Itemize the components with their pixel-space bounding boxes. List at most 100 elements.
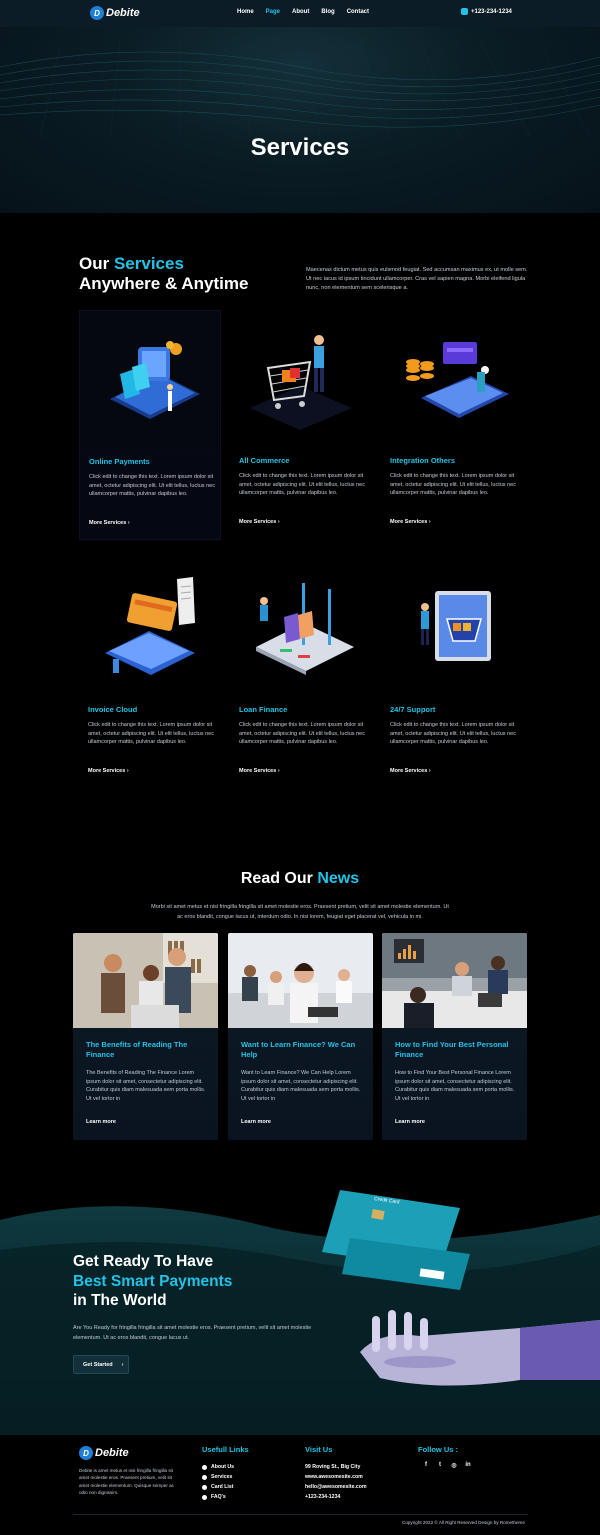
- footer-link-card-list[interactable]: Card List: [202, 1482, 234, 1492]
- brand-logo[interactable]: D Debite: [90, 6, 140, 20]
- news-heading-highlight: News: [317, 870, 360, 887]
- copyright-text: Copyright 2022 © All Right Reserved Desi…: [402, 1520, 525, 1525]
- service-title: All Commerce: [239, 456, 290, 465]
- menu-item-about[interactable]: About: [292, 9, 309, 15]
- footer-email[interactable]: hello@awesomesite.com: [305, 1482, 367, 1492]
- news-card[interactable]: The Benefits of Reading The Finance The …: [73, 933, 218, 1140]
- service-card-support[interactable]: 24/7 Support Click edit to change this t…: [381, 559, 523, 789]
- phone-link[interactable]: +123-234-1234: [461, 8, 512, 15]
- hero-wave-background: [0, 39, 600, 138]
- news-text: How to Find Your Best Personal Finance L…: [395, 1070, 515, 1102]
- page-hero: Services: [0, 27, 600, 213]
- top-navbar: D Debite Home Page About Blog Contact +1…: [0, 0, 600, 27]
- news-text: Want to Learn Finance? We Can Help Lorem…: [241, 1070, 361, 1102]
- menu-item-blog[interactable]: Blog: [321, 9, 334, 15]
- service-text: Click edit to change this text. Lorem ip…: [390, 473, 516, 497]
- footer-website[interactable]: www.awesomesite.com: [305, 1472, 367, 1482]
- footer-logo[interactable]: D Debite: [79, 1446, 129, 1460]
- menu-item-contact[interactable]: Contact: [347, 9, 369, 15]
- bullet-icon: [202, 1484, 207, 1490]
- more-services-link[interactable]: More Services ›: [239, 519, 280, 525]
- footer-link-label: Card List: [211, 1484, 234, 1490]
- main-menu: Home Page About Blog Contact: [237, 9, 381, 15]
- service-title: Integration Others: [390, 456, 456, 465]
- footer-link-about[interactable]: About Us: [202, 1462, 234, 1472]
- invoice-illustration: [105, 577, 195, 675]
- footer-links: About Us Services Card List FAQ's: [202, 1462, 234, 1502]
- footer-link-label: FAQ's: [211, 1494, 226, 1500]
- menu-item-home[interactable]: Home: [237, 9, 254, 15]
- footer-follow-heading: Follow Us :: [418, 1445, 458, 1454]
- service-text: Click edit to change this text. Lorem ip…: [239, 473, 365, 497]
- bullet-icon: [202, 1464, 207, 1470]
- bullet-icon: [202, 1474, 207, 1480]
- news-photo-office-meeting: [382, 933, 527, 1028]
- news-card[interactable]: How to Find Your Best Personal Finance H…: [382, 933, 527, 1140]
- footer-link-services[interactable]: Services: [202, 1472, 234, 1482]
- service-card-invoice-cloud[interactable]: Invoice Cloud Click edit to change this …: [79, 559, 221, 789]
- service-card-all-commerce[interactable]: All Commerce Click edit to change this t…: [230, 310, 372, 540]
- service-card-loan-finance[interactable]: Loan Finance Click edit to change this t…: [230, 559, 372, 789]
- footer-visit: 99 Roving St., Big City www.awesomesite.…: [305, 1462, 367, 1502]
- service-text: Click edit to change this text. Lorem ip…: [390, 722, 516, 746]
- service-title: 24/7 Support: [390, 705, 436, 714]
- news-text: The Benefits of Reading The Finance Lore…: [86, 1070, 206, 1102]
- more-services-link[interactable]: More Services ›: [88, 768, 129, 774]
- chevron-right-icon: ›: [121, 1361, 124, 1368]
- more-services-link[interactable]: More Services ›: [390, 768, 431, 774]
- more-services-link[interactable]: More Services ›: [390, 519, 431, 525]
- bullet-icon: [202, 1494, 207, 1500]
- menu-item-page[interactable]: Page: [266, 9, 280, 15]
- cta-heading: Get Ready To Have Best Smart Payments in…: [73, 1252, 232, 1311]
- footer-link-faq[interactable]: FAQ's: [202, 1492, 234, 1502]
- footer-phone[interactable]: +123-234-1234: [305, 1492, 367, 1502]
- facebook-icon[interactable]: f: [419, 1462, 433, 1469]
- integration-illustration: [406, 342, 509, 418]
- twitter-icon[interactable]: t: [433, 1462, 447, 1469]
- get-started-button[interactable]: Get Started ›: [73, 1355, 129, 1374]
- online-payments-illustration: [110, 341, 200, 419]
- footer-address: 99 Roving St., Big City: [305, 1464, 361, 1470]
- instagram-icon[interactable]: ◎: [447, 1462, 461, 1469]
- social-links: f t ◎ in: [419, 1462, 475, 1469]
- service-text: Click edit to change this text. Lorem ip…: [239, 722, 365, 746]
- service-card-integration-others[interactable]: Integration Others Click edit to change …: [381, 310, 523, 540]
- news-title[interactable]: The Benefits of Reading The Finance: [86, 1040, 206, 1060]
- service-title: Invoice Cloud: [88, 705, 138, 714]
- phone-icon: [461, 8, 468, 15]
- services-description: Maecenas dictum metus quis eulsmod feugi…: [306, 267, 528, 291]
- phone-number: +123-234-1234: [471, 8, 512, 15]
- service-text: Click edit to change this text. Lorem ip…: [89, 474, 215, 498]
- service-text: Click edit to change this text. Lorem ip…: [88, 722, 214, 746]
- footer-description: Debite is amet metus et nisi fringilla f…: [79, 1468, 174, 1496]
- footer-link-label: Services: [211, 1474, 233, 1480]
- logo-icon: D: [90, 6, 104, 20]
- support-illustration: [421, 591, 491, 661]
- news-heading: Read Our News: [0, 870, 600, 888]
- news-title[interactable]: Want to Learn Finance? We Can Help: [241, 1040, 361, 1060]
- brand-name: Debite: [106, 7, 140, 19]
- news-heading-text: Read Our: [240, 870, 318, 887]
- linkedin-icon[interactable]: in: [461, 1462, 475, 1469]
- get-started-label: Get Started: [83, 1361, 113, 1368]
- news-card[interactable]: Want to Learn Finance? We Can Help Want …: [228, 933, 373, 1140]
- service-title: Online Payments: [89, 457, 150, 466]
- cta-heading-line1: Get Ready To Have: [73, 1253, 214, 1270]
- footer-link-label: About Us: [211, 1464, 235, 1470]
- learn-more-link[interactable]: Learn more: [241, 1119, 271, 1125]
- cta-heading-line3: in The World: [73, 1292, 167, 1309]
- shopping-cart-illustration: [250, 335, 352, 430]
- services-heading-text: Our: [79, 254, 114, 273]
- services-heading: Our Services Anywhere & Anytime: [79, 254, 248, 294]
- page-title: Services: [250, 134, 350, 161]
- more-services-link[interactable]: More Services ›: [89, 520, 130, 526]
- learn-more-link[interactable]: Learn more: [86, 1119, 116, 1125]
- more-services-link[interactable]: More Services ›: [239, 768, 280, 774]
- services-heading-line2: Anywhere & Anytime: [79, 274, 249, 293]
- news-title[interactable]: How to Find Your Best Personal Finance: [395, 1040, 515, 1060]
- footer-links-heading: Usefull Links: [202, 1445, 249, 1454]
- service-title: Loan Finance: [239, 705, 288, 714]
- news-photo-team-laptop: [73, 933, 218, 1028]
- learn-more-link[interactable]: Learn more: [395, 1119, 425, 1125]
- service-card-online-payments[interactable]: Online Payments Click edit to change thi…: [79, 310, 221, 540]
